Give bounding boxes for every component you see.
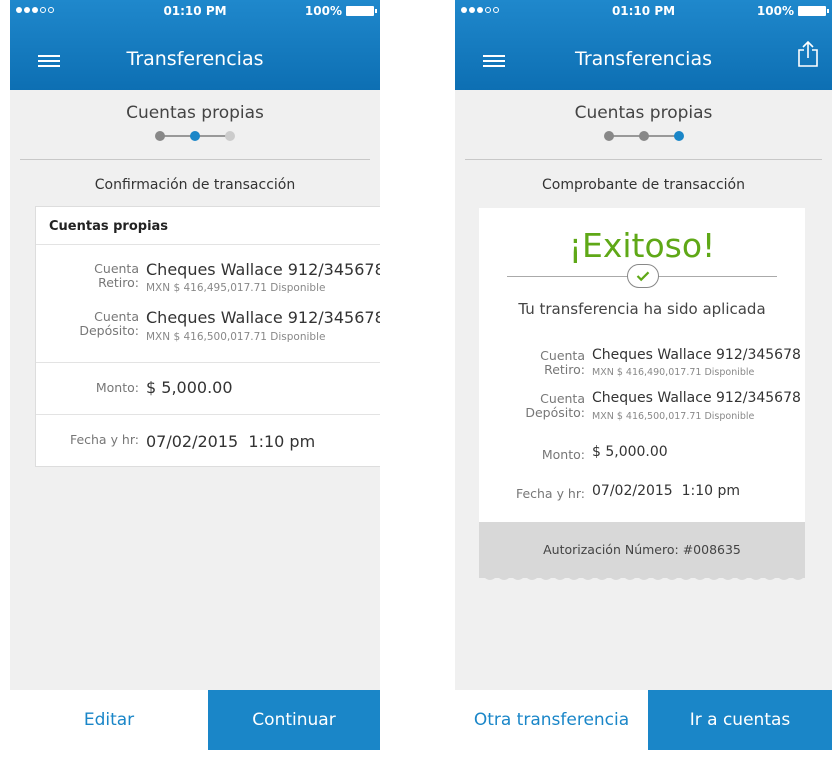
deposito-account: Cheques Wallace 912/345678 [146,308,380,327]
bottom-actions: Otra transferencia Ir a cuentas [455,690,832,750]
section-title: Comprobante de transacción [541,177,745,193]
receipt-screen: 01:10 PM 100% Transferencias Cuentas pro… [455,0,832,750]
confirmation-screen: 01:10 PM 100% Transferencias Cuentas pro… [10,0,380,750]
accounts-row: Cuenta Retiro: Cheques Wallace 912/345678… [36,245,380,363]
deposito-account: Cheques Wallace 912/345678 [592,390,801,406]
step-1 [155,131,165,141]
monto-label: Monto: [95,380,139,395]
bottom-actions: Editar Continuar [10,690,380,750]
retiro-label: Cuenta Retiro: [540,348,585,377]
receipt-edge [479,574,805,580]
battery-percent: 100% [756,4,794,18]
monto-value: $ 5,000.00 [592,444,668,460]
retiro-label: Cuenta Retiro: [94,261,139,290]
step-2 [638,131,649,141]
amount-row: Monto: $ 5,000.00 [36,363,380,415]
deposito-label: Cuenta Depósito: [525,391,585,420]
fecha-label: Fecha y hr: [515,486,585,501]
fecha-value: 07/02/2015 1:10 pm [146,432,316,451]
continue-button[interactable]: Continuar [208,690,380,750]
step-2 [190,131,200,141]
divider [20,159,370,160]
retiro-account: Cheques Wallace 912/345678 [146,260,380,279]
deposito-balance: MXN $ 416,500,017.71 Disponible [592,411,755,422]
step-title: Cuentas propias [574,103,713,123]
retiro-balance: MXN $ 416,490,017.71 Disponible [592,367,755,378]
retiro-account: Cheques Wallace 912/345678 [592,347,801,363]
battery-percent: 100% [304,4,342,18]
battery-icon [346,6,377,16]
step-3 [225,131,235,141]
card-header: Cuentas propias [36,207,380,245]
step-3 [673,131,684,141]
edit-button[interactable]: Editar [10,690,208,750]
other-transfer-button[interactable]: Otra transferencia [455,690,648,750]
page-title: Transferencias [575,48,712,70]
share-icon[interactable] [796,40,820,68]
step-1 [603,131,614,141]
retiro-balance: MXN $ 416,495,017.71 Disponible [146,282,326,294]
receipt-card: ¡Exitoso! Tu transferencia ha sido aplic… [479,208,805,578]
deposito-label: Cuenta Depósito: [79,309,139,338]
date-row: Fecha y hr: 07/02/2015 1:10 pm [36,415,380,467]
check-icon [627,264,659,288]
success-heading: ¡Exitoso! [568,226,716,265]
fecha-label: Fecha y hr: [69,432,139,447]
battery-icon [798,6,829,16]
monto-label: Monto: [541,447,585,462]
step-indicator [603,130,684,142]
step-indicator [155,130,235,142]
fecha-value: 07/02/2015 1:10 pm [592,483,741,499]
status-bar: 01:10 PM 100% [455,0,832,22]
page-title: Transferencias [126,48,264,70]
status-bar: 01:10 PM 100% [10,0,380,22]
applied-message: Tu transferencia ha sido aplicada [518,300,766,318]
monto-value: $ 5,000.00 [146,378,233,397]
go-to-accounts-button[interactable]: Ir a cuentas [648,690,832,750]
section-title: Confirmación de transacción [94,177,296,193]
deposito-balance: MXN $ 416,500,017.71 Disponible [146,331,326,343]
authorization-number: Autorización Número: #008635 [479,522,805,578]
divider [465,159,822,160]
transaction-card: Cuentas propias Cuenta Retiro: Cheques Wa… [35,206,380,467]
step-title: Cuentas propias [126,103,264,123]
